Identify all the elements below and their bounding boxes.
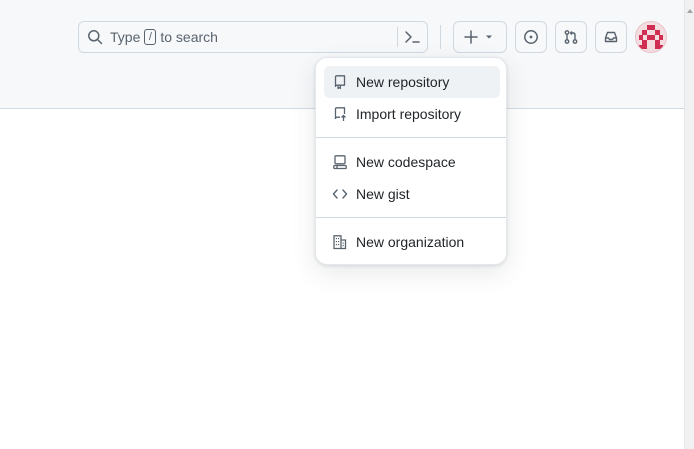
search-shortcut-key: /	[144, 29, 157, 45]
terminal-icon[interactable]	[404, 29, 420, 45]
issue-opened-icon	[524, 30, 538, 44]
repo-push-icon	[334, 107, 346, 121]
create-new-menu: New repository Import repository New cod…	[315, 57, 507, 265]
menu-item-import-repository[interactable]: Import repository	[324, 98, 500, 130]
search-hint-before: Type	[110, 29, 141, 45]
search-hint-after: to search	[160, 29, 218, 45]
repo-icon	[334, 75, 346, 90]
menu-divider	[316, 217, 506, 218]
git-pull-request-icon	[564, 30, 578, 44]
user-avatar[interactable]	[635, 21, 667, 53]
menu-item-new-gist[interactable]: New gist	[324, 178, 500, 210]
search-input[interactable]: Type / to search	[78, 21, 428, 53]
menu-item-label: New organization	[356, 234, 465, 250]
menu-item-label: New codespace	[356, 154, 456, 170]
pull-requests-button[interactable]	[555, 21, 587, 53]
search-icon	[88, 30, 103, 45]
menu-item-label: Import repository	[356, 106, 462, 122]
codespaces-icon	[333, 155, 347, 170]
create-new-button[interactable]	[453, 21, 507, 53]
menu-item-label: New repository	[356, 74, 450, 90]
code-icon	[332, 189, 348, 199]
identicon-avatar	[636, 22, 666, 52]
inbox-button[interactable]	[595, 21, 627, 53]
plus-icon	[464, 30, 478, 44]
organization-icon	[333, 235, 347, 250]
vertical-scrollbar[interactable]	[684, 0, 694, 449]
menu-divider	[316, 137, 506, 138]
scroll-up-arrow-icon[interactable]	[687, 9, 693, 13]
triangle-down-icon	[486, 35, 492, 39]
header-divider	[440, 25, 441, 49]
search-placeholder: Type / to search	[110, 29, 218, 45]
menu-item-label: New gist	[356, 186, 410, 202]
menu-item-new-codespace[interactable]: New codespace	[324, 146, 500, 178]
search-divider	[397, 27, 398, 47]
menu-item-new-organization[interactable]: New organization	[324, 226, 500, 258]
menu-item-new-repository[interactable]: New repository	[324, 66, 500, 98]
issues-button[interactable]	[515, 21, 547, 53]
inbox-icon	[604, 31, 618, 43]
